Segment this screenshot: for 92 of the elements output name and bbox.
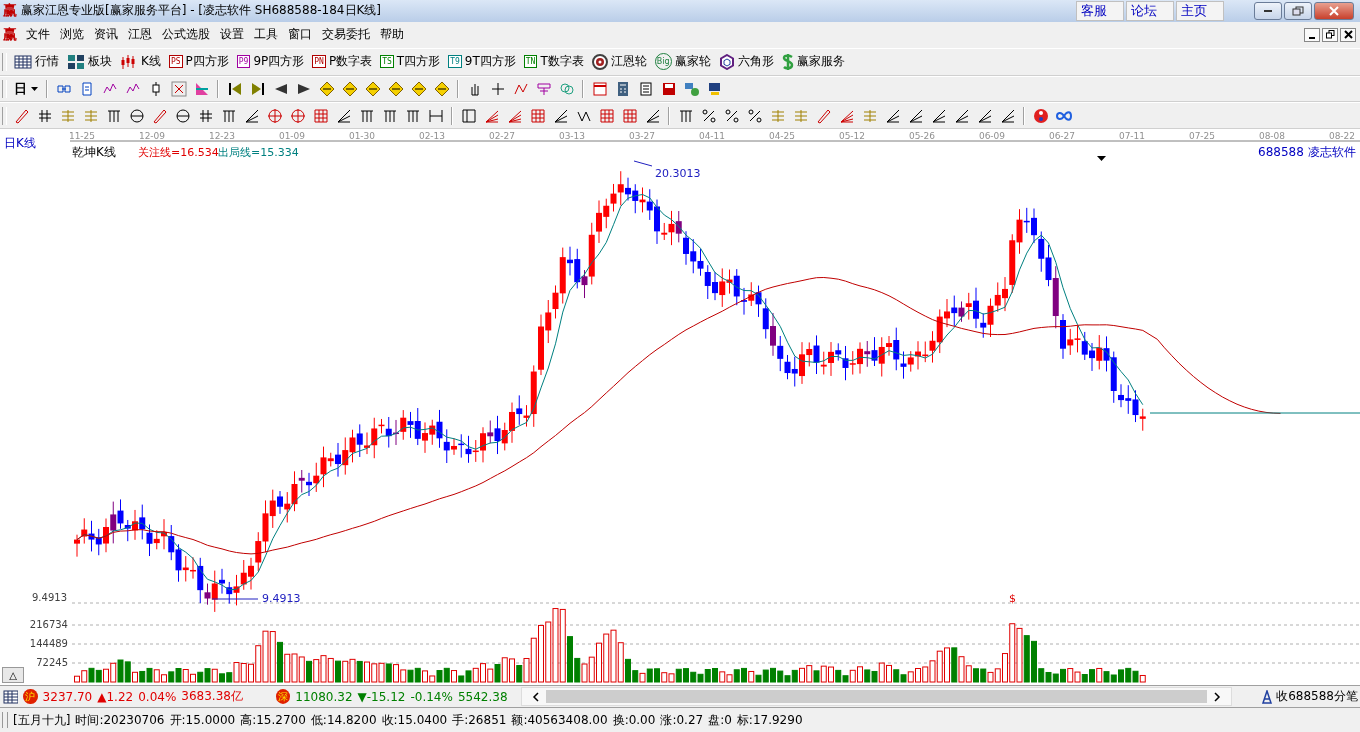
date-label: 05-26 [908,131,936,142]
toolbar-button[interactable]: PS P四方形 [164,50,233,73]
status-field: 标:17.9290 [736,711,803,729]
date-label: 12-09 [138,131,166,142]
menu-item[interactable]: 江恩 [123,26,157,44]
date-label: 03-27 [628,131,656,142]
menu-item[interactable]: 公式选股 [157,26,215,44]
code-badge: PN [312,55,326,69]
price-axis-label: 9.4913 [32,592,67,604]
date-label: 01-09 [278,131,306,142]
period-label: 日K线 [4,136,36,151]
date-label: 02-27 [488,131,516,142]
volume-axis-label: 72245 [36,657,68,669]
window-title: 赢家江恩专业版[赢家服务平台] - [凌志软件 SH688588-184日K线] [21,2,382,20]
low-price-label: 9.4913 [262,592,301,606]
app-logo: 赢 [3,25,17,44]
code-badge: PS [168,55,183,69]
index-value: 0.04% [138,689,177,704]
status-field: [五月十九] [13,711,71,729]
date-label: 01-30 [348,131,376,142]
status-field: 收:15.0400 [381,711,448,729]
header-link[interactable]: 主页 [1176,0,1224,21]
menu-item[interactable]: 资讯 [89,26,123,44]
high-price-label: 20.3013 [655,167,701,181]
status-field: 高:15.2700 [240,711,306,729]
date-label: 07-25 [1188,131,1216,142]
volume-axis-label: 216734 [29,619,68,631]
status-field: 手:26851 [452,711,507,729]
period-dropdown[interactable]: 日 [10,78,42,100]
header-link[interactable]: 论坛 [1126,0,1174,21]
toolbar-button[interactable]: 行情 [10,50,63,73]
date-label: 12-23 [208,131,236,142]
toolbar-button[interactable]: 板块 [63,50,116,73]
market-badge: 深 [275,689,291,705]
date-label: 11-25 [68,131,96,142]
toolbar-button[interactable]: TN T数字表 [519,50,588,73]
index-value: -0.14% [410,689,453,704]
menu-item[interactable]: 设置 [215,26,249,44]
date-label: 08-08 [1258,131,1286,142]
code-badge: TS [380,55,394,69]
date-label: 04-25 [768,131,796,142]
toolbar-button[interactable]: 六角形 [714,50,778,73]
index-value: 3237.70 [42,689,93,704]
index-value: ▲1.22 [97,689,134,704]
market-badge: 沪 [23,689,38,705]
date-label: 06-09 [978,131,1006,142]
toolbar-button[interactable]: 江恩轮 [587,50,651,73]
indicator-name: 乾坤K线 [72,145,116,160]
status-field: 额:40563408.00 [511,711,608,729]
status-field: 低:14.8200 [310,711,377,729]
index-value: 5542.38 [457,689,508,704]
toolbar-button[interactable]: T9 9T四方形 [444,50,520,73]
date-label: 02-13 [418,131,446,142]
status-field: 盘:0 [708,711,732,729]
stock-code: 688588 [1258,145,1304,160]
toolbar-button[interactable]: 赢家服务 [777,50,849,73]
collapse-button[interactable]: △ [2,667,24,684]
menu-item[interactable]: 文件 [21,26,55,44]
index-value: ▼-15.12 [357,689,406,704]
status-field: 开:15.0000 [169,711,236,729]
menu-item[interactable]: 浏览 [55,26,89,44]
status-field: 换:0.00 [612,711,656,729]
toolbar-button[interactable]: P9 9P四方形 [232,50,309,73]
date-label: 06-27 [1048,131,1076,142]
date-label: 05-12 [838,131,866,142]
tick-data-button[interactable]: 收688588分笔 [1259,688,1360,706]
signal-mark: $ [1009,592,1016,606]
date-label: 04-11 [698,131,726,142]
volume-axis-label: 144489 [29,638,68,650]
menu-item[interactable]: 帮助 [375,26,409,44]
date-label: 08-22 [1328,131,1356,142]
status-field: 时间:20230706 [75,711,165,729]
stock-name: 凌志软件 [1308,145,1356,160]
header-link[interactable]: 客服 [1076,0,1124,21]
toolbar-button[interactable]: Big 赢家轮 [650,50,715,73]
watch-line-value: 关注线=16.534 [138,146,219,160]
index-value: 11080.32 [295,689,353,704]
menu-item[interactable]: 工具 [249,26,283,44]
index-value: 3683.38亿 [181,688,243,706]
toolbar-button[interactable]: K线 [116,50,165,73]
menu-item[interactable]: 交易委托 [317,26,375,44]
code-badge: TN [523,55,538,69]
app-logo: 赢 [3,1,17,20]
code-badge: T9 [448,55,462,69]
date-label: 07-11 [1118,131,1146,142]
date-label: 03-13 [558,131,586,142]
exit-line-value: 出局线=15.334 [218,146,299,160]
toolbar-button[interactable]: TS T四方形 [376,50,445,73]
menu-item[interactable]: 窗口 [283,26,317,44]
code-badge: P9 [236,55,251,69]
status-field: 涨:0.27 [660,711,704,729]
toolbar-button[interactable]: PN P数字表 [308,50,377,73]
